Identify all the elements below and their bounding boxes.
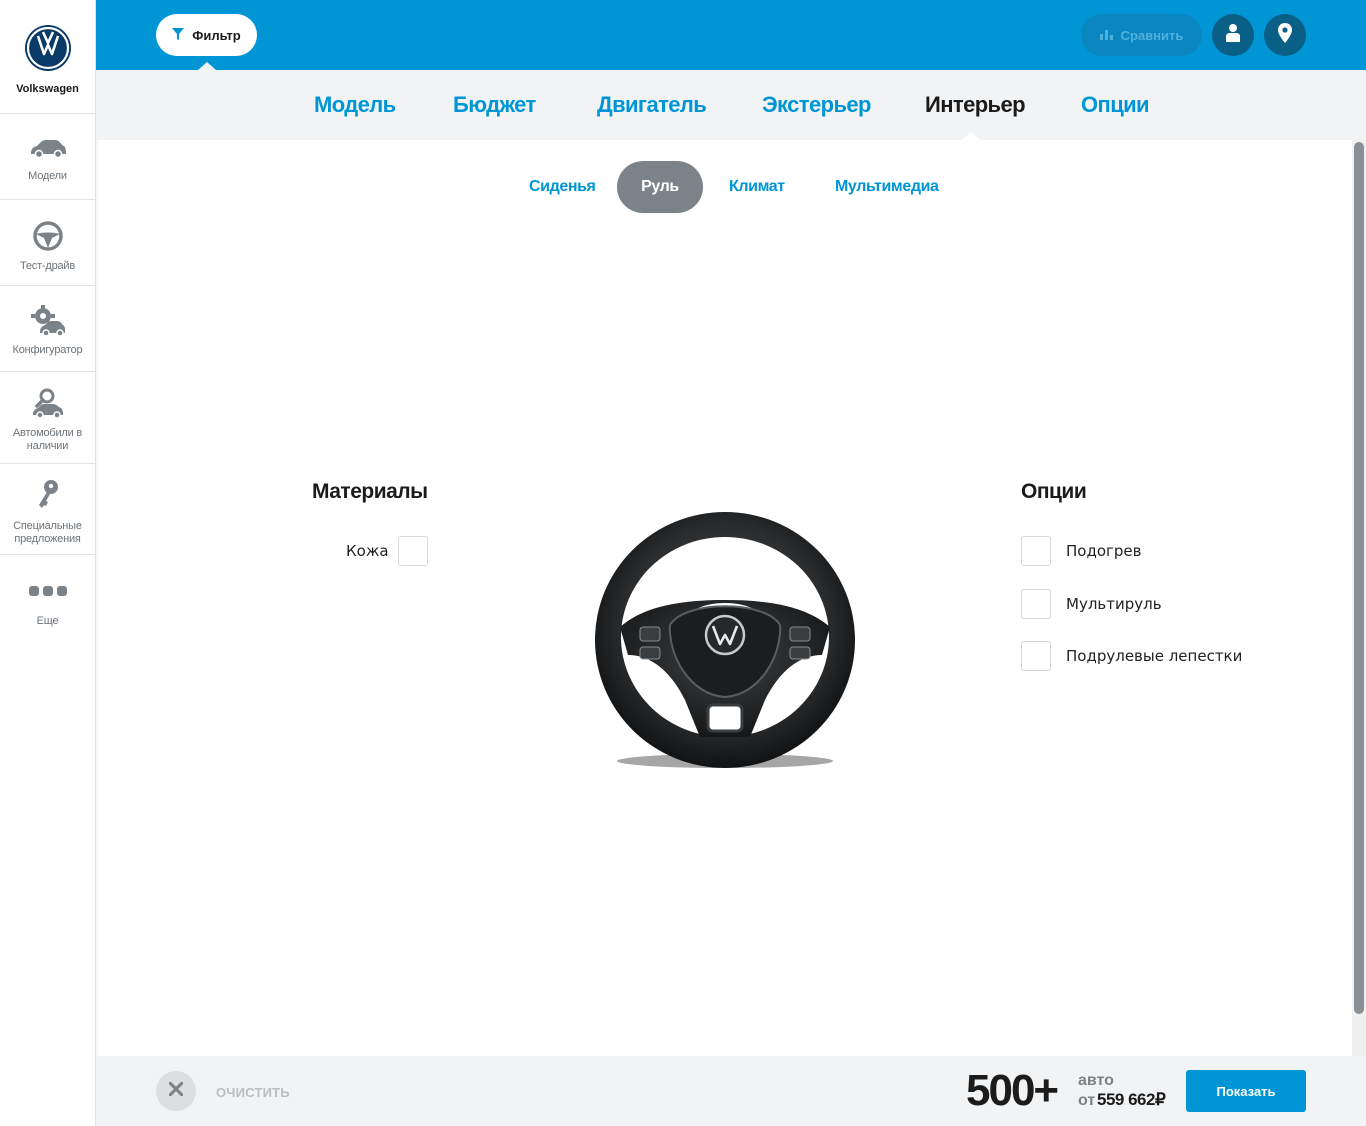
subtab-climate[interactable]: Климат: [729, 161, 785, 213]
car-search-icon: [31, 388, 65, 420]
tab-engine[interactable]: Двигатель: [597, 92, 707, 118]
sidebar-item-label: Еще: [36, 615, 59, 627]
price-prefix: от: [1078, 1092, 1096, 1109]
sidebar-item-configurator[interactable]: Конфигуратор: [0, 286, 95, 372]
option-heating-checkbox[interactable]: [1021, 536, 1051, 566]
car-icon: [29, 138, 67, 160]
sidebar: Volkswagen Модели Тест-драйв Конфигурато…: [0, 0, 96, 1126]
filter-icon: [172, 27, 185, 43]
sidebar-item-more[interactable]: Еще: [0, 555, 95, 645]
steering-wheel-image: [590, 505, 860, 775]
compare-label: Сравнить: [1120, 27, 1184, 43]
location-pin-icon: [1278, 22, 1292, 48]
material-leather-checkbox[interactable]: [398, 536, 428, 566]
option-paddle-shifters-checkbox[interactable]: [1021, 641, 1051, 671]
top-bar: Фильтр Сравнить: [96, 0, 1366, 70]
location-button[interactable]: [1264, 14, 1306, 56]
brand-name: Volkswagen: [16, 83, 79, 95]
option-multiwheel-label: Мультируль: [1066, 595, 1162, 613]
brand[interactable]: Volkswagen: [0, 0, 95, 114]
key-icon: [33, 478, 63, 512]
sidebar-item-models[interactable]: Модели: [0, 114, 95, 200]
options-title: Опции: [1021, 480, 1087, 503]
price-value: 559 662₽: [1097, 1090, 1166, 1109]
results-unit: авто: [1078, 1072, 1114, 1089]
filter-button[interactable]: Фильтр: [156, 14, 257, 56]
configurator-icon: [30, 304, 66, 338]
tab-exterior[interactable]: Экстерьер: [762, 92, 871, 118]
chart-bars-icon: [1099, 28, 1113, 43]
subtab-multimedia[interactable]: Мультимедиа: [835, 161, 939, 213]
tab-options[interactable]: Опции: [1081, 92, 1150, 118]
active-tab-indicator: [960, 132, 982, 141]
tab-interior[interactable]: Интерьер: [925, 92, 1026, 118]
show-results-button[interactable]: Показать: [1186, 1070, 1306, 1112]
sidebar-item-label: Тест-драйв: [19, 260, 76, 272]
user-icon: [1226, 23, 1240, 47]
bottom-bar: ОЧИСТИТЬ 500+ авто от 559 662₽ Показать: [96, 1056, 1366, 1126]
option-heating-label: Подогрев: [1066, 542, 1142, 560]
clear-button[interactable]: [156, 1071, 196, 1111]
main-tabs: Модель Бюджет Двигатель Экстерьер Интерь…: [96, 70, 1366, 141]
sidebar-item-label: Специальные предложения: [13, 520, 82, 545]
more-dots-icon: [28, 585, 68, 597]
vw-logo-icon: [24, 24, 72, 77]
steering-wheel-icon: [32, 220, 64, 252]
tab-model[interactable]: Модель: [314, 92, 396, 118]
sidebar-item-label: Автомобили в наличии: [12, 427, 83, 452]
compare-button[interactable]: Сравнить: [1081, 14, 1202, 56]
results-count: 500+: [966, 1066, 1059, 1115]
materials-title: Материалы: [312, 480, 428, 503]
sidebar-item-label: Модели: [28, 170, 67, 182]
sidebar-item-test-drive[interactable]: Тест-драйв: [0, 200, 95, 286]
close-icon: [168, 1081, 184, 1101]
filter-caret: [198, 62, 216, 70]
scrollbar-thumb[interactable]: [1354, 142, 1364, 1014]
clear-label[interactable]: ОЧИСТИТЬ: [216, 1085, 290, 1100]
option-multiwheel-checkbox[interactable]: [1021, 589, 1051, 619]
subtab-steering-wheel[interactable]: Руль: [617, 161, 703, 213]
sidebar-item-in-stock[interactable]: Автомобили в наличии: [0, 372, 95, 464]
sidebar-item-label: Конфигуратор: [12, 344, 83, 356]
option-paddle-shifters-label: Подрулевые лепестки: [1066, 647, 1243, 665]
material-leather-label: Кожа: [346, 542, 389, 560]
subtab-seats[interactable]: Сиденья: [529, 161, 596, 213]
tab-budget[interactable]: Бюджет: [453, 92, 536, 118]
sidebar-item-special-offers[interactable]: Специальные предложения: [0, 464, 95, 555]
filter-label: Фильтр: [192, 27, 241, 43]
user-button[interactable]: [1212, 14, 1254, 56]
